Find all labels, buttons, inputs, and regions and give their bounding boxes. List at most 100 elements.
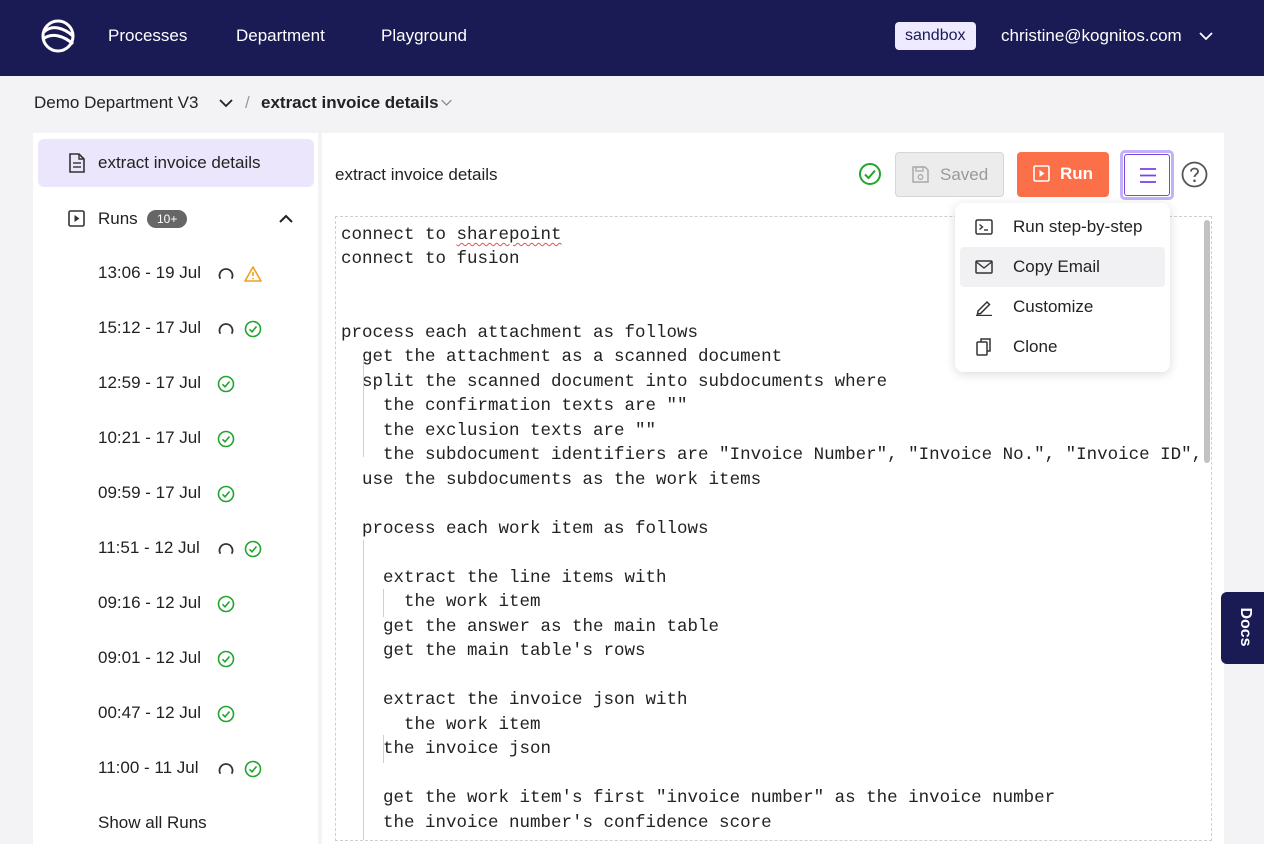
- check-circle-icon: [217, 485, 235, 503]
- code-line: process each work item as follows: [341, 519, 709, 539]
- saved-button[interactable]: Saved: [895, 152, 1004, 197]
- editor-scrollbar[interactable]: [1204, 220, 1210, 463]
- run-timestamp: 09:16 - 12 Jul: [98, 593, 202, 612]
- check-circle-icon: [217, 595, 235, 613]
- runs-section-header[interactable]: Runs 10+: [33, 205, 318, 235]
- indent-guide: [363, 540, 364, 840]
- menu-item-label: Run step-by-step: [1013, 217, 1143, 236]
- menu-item-run-step-by-step[interactable]: Run step-by-step: [960, 207, 1165, 247]
- check-circle-icon: [244, 320, 262, 338]
- breadcrumb-process[interactable]: extract invoice details: [261, 93, 439, 113]
- play-square-icon: [1033, 165, 1050, 182]
- run-label: Run: [1060, 164, 1094, 183]
- run-timestamp: 09:59 - 17 Jul: [98, 483, 202, 502]
- breadcrumb-department[interactable]: Demo Department V3: [34, 93, 198, 113]
- terminal-icon: [975, 219, 993, 235]
- run-item[interactable]: 09:16 - 12 Jul: [33, 589, 318, 617]
- show-all-runs-link[interactable]: Show all Runs: [98, 813, 207, 833]
- code-line: the exclusion texts are "": [341, 421, 657, 441]
- nav-processes[interactable]: Processes: [108, 26, 187, 46]
- run-timestamp: 15:12 - 17 Jul: [98, 318, 202, 337]
- run-item[interactable]: 11:51 - 12 Jul: [33, 534, 318, 562]
- check-circle-icon: [217, 650, 235, 668]
- code-line: get the attachment as a scanned document: [341, 347, 783, 367]
- chevron-down-icon[interactable]: [218, 95, 234, 111]
- check-circle-icon: [217, 430, 235, 448]
- saved-label: Saved: [940, 165, 989, 184]
- indent-guide: [383, 589, 384, 617]
- chevron-down-icon[interactable]: [440, 96, 453, 109]
- code-line: the subdocument identifiers are "Invoice…: [341, 445, 1203, 465]
- code-line: get the answer as the main table: [341, 617, 720, 637]
- run-item[interactable]: 00:47 - 12 Jul: [33, 699, 318, 727]
- menu-item-customize[interactable]: Customize: [960, 287, 1165, 327]
- run-timestamp: 11:00 - 11 Jul: [98, 758, 199, 777]
- spinner-icon: [218, 543, 234, 554]
- menu-item-clone[interactable]: Clone: [960, 327, 1165, 367]
- run-timestamp: 10:21 - 17 Jul: [98, 428, 202, 447]
- run-timestamp: 12:59 - 17 Jul: [98, 373, 202, 392]
- code-line: extract the invoice json with: [341, 690, 688, 710]
- run-item[interactable]: 09:59 - 17 Jul: [33, 479, 318, 507]
- breadcrumb-separator: /: [245, 93, 250, 112]
- copy-icon: [976, 338, 991, 356]
- code-line: the work item: [341, 592, 541, 612]
- indent-guide: [363, 357, 364, 457]
- run-button[interactable]: Run: [1017, 152, 1109, 197]
- menu-item-label: Clone: [1013, 337, 1058, 356]
- kognitos-logo[interactable]: [40, 18, 76, 54]
- run-item[interactable]: 13:06 - 19 Jul: [33, 259, 318, 287]
- sidebar-item-label: extract invoice details: [98, 153, 261, 172]
- chevron-down-icon[interactable]: [1198, 28, 1214, 44]
- save-icon: [912, 166, 929, 183]
- code-line: split the scanned document into subdocum…: [341, 372, 888, 392]
- run-item[interactable]: 09:01 - 12 Jul: [33, 644, 318, 672]
- check-circle-icon: [244, 760, 262, 778]
- code-line: the work item: [341, 715, 541, 735]
- chevron-up-icon[interactable]: [278, 211, 294, 227]
- check-circle-icon: [217, 375, 235, 393]
- run-item[interactable]: 10:21 - 17 Jul: [33, 424, 318, 452]
- code-line: the invoice number's confidence score: [341, 813, 772, 833]
- code-line: get the work item's first "invoice numbe…: [341, 788, 1056, 808]
- code-line: connect to sharepoint: [341, 225, 562, 245]
- menu-item-label: Copy Email: [1013, 257, 1100, 276]
- runs-label: Runs: [98, 209, 138, 228]
- user-menu-email[interactable]: christine@kognitos.com: [1001, 26, 1182, 46]
- runs-count-badge: 10+: [147, 210, 188, 228]
- run-timestamp: 00:47 - 12 Jul: [98, 703, 202, 722]
- hamburger-menu-icon: [1140, 168, 1156, 183]
- play-square-icon: [68, 210, 85, 227]
- run-item[interactable]: 11:00 - 11 Jul: [33, 754, 318, 782]
- document-icon: [69, 153, 85, 173]
- process-title: extract invoice details: [335, 165, 498, 184]
- pencil-icon: [976, 300, 992, 316]
- help-icon[interactable]: [1181, 161, 1208, 188]
- more-menu-button[interactable]: [1120, 150, 1174, 200]
- code-line: use the subdocuments as the work items: [341, 470, 762, 490]
- check-circle-icon: [244, 540, 262, 558]
- menu-item-copy-email[interactable]: Copy Email: [960, 247, 1165, 287]
- warning-triangle-icon: [244, 266, 262, 282]
- nav-department[interactable]: Department: [236, 26, 325, 46]
- code-line: get the main table's rows: [341, 641, 646, 661]
- spinner-icon: [218, 763, 234, 774]
- check-circle-icon: [859, 163, 881, 185]
- run-timestamp: 11:51 - 12 Jul: [98, 538, 200, 557]
- run-item[interactable]: 12:59 - 17 Jul: [33, 369, 318, 397]
- spinner-icon: [218, 268, 234, 279]
- code-line: process each attachment as follows: [341, 323, 699, 343]
- nav-playground[interactable]: Playground: [381, 26, 467, 46]
- run-timestamp: 13:06 - 19 Jul: [98, 263, 202, 282]
- code-line: the invoice json: [341, 739, 552, 759]
- code-line: the confirmation texts are "": [341, 396, 688, 416]
- sidebar: extract invoice details Runs 10+ 13:06 -…: [33, 133, 318, 844]
- sidebar-item-process[interactable]: extract invoice details: [38, 139, 314, 187]
- environment-badge: sandbox: [895, 22, 976, 50]
- check-circle-icon: [217, 705, 235, 723]
- code-line: connect to fusion: [341, 249, 520, 269]
- run-item[interactable]: 15:12 - 17 Jul: [33, 314, 318, 342]
- docs-tab[interactable]: Docs: [1221, 592, 1264, 664]
- actions-dropdown-menu: Run step-by-step Copy Email Customize Cl…: [955, 203, 1170, 372]
- run-timestamp: 09:01 - 12 Jul: [98, 648, 202, 667]
